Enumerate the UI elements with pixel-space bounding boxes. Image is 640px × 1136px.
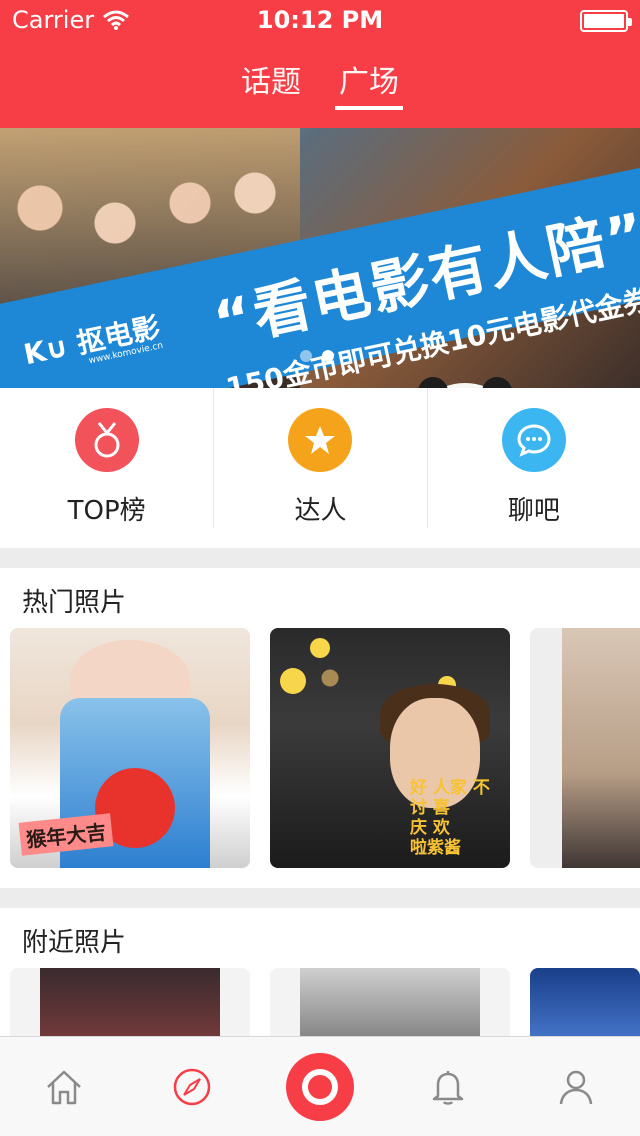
sticker-line: 庆 欢 <box>410 818 450 838</box>
compass-icon[interactable] <box>168 1063 216 1111</box>
category-label: 聊吧 <box>507 496 560 526</box>
category-chat[interactable]: 聊吧 <box>426 388 640 528</box>
chat-bubble-icon <box>501 408 566 472</box>
battery-icon <box>580 10 632 32</box>
category-experts[interactable]: 达人 <box>213 388 426 528</box>
top-header: Carrier 10:12 PM 话题 广场 <box>0 0 640 128</box>
section-divider <box>0 888 640 908</box>
tab-topics[interactable]: 话题 <box>239 58 303 110</box>
photo-card[interactable]: 好 人家 不 讨 喜 庆 欢 啦紫酱 <box>270 628 510 868</box>
pager-dot[interactable] <box>300 350 312 362</box>
sticker-line: 好 人家 不 <box>410 778 490 798</box>
photo-card[interactable]: 猴年大吉 <box>10 628 250 868</box>
bottom-tab-bar <box>0 1036 640 1136</box>
pager-dot-active[interactable] <box>322 350 334 362</box>
sticker-text: 好 人家 不 讨 喜 庆 欢 啦紫酱 <box>410 778 490 858</box>
banner-pager <box>300 350 334 362</box>
hot-photos-row: 猴年大吉 好 人家 不 讨 喜 庆 欢 啦紫酱 <box>0 628 640 868</box>
camera-record-icon[interactable] <box>286 1053 354 1121</box>
status-bar: Carrier 10:12 PM <box>0 0 640 40</box>
header-tabs: 话题 广场 <box>0 58 640 118</box>
sticker-line: 啦紫酱 <box>410 838 461 858</box>
category-top-list[interactable]: TOP榜 <box>0 388 213 528</box>
photo-card[interactable] <box>530 628 640 868</box>
hot-photos-title: 热门照片 <box>22 588 127 618</box>
category-label: TOP榜 <box>67 496 146 526</box>
category-row: TOP榜 达人 聊吧 <box>0 388 640 548</box>
promo-banner[interactable]: “看电影有人陪” 150金币即可兑换10元电影代金券 K∪ 抠电影 www.ko… <box>0 128 640 388</box>
nearby-photos-title: 附近照片 <box>22 928 127 958</box>
tab-square[interactable]: 广场 <box>335 58 403 110</box>
status-time: 10:12 PM <box>256 6 384 34</box>
bell-icon[interactable] <box>424 1063 472 1111</box>
star-icon <box>288 408 353 472</box>
user-icon[interactable] <box>552 1063 600 1111</box>
section-divider <box>0 548 640 568</box>
home-icon[interactable] <box>40 1063 88 1111</box>
sticker-line: 讨 喜 <box>410 798 450 818</box>
medal-icon <box>74 408 139 472</box>
category-label: 达人 <box>294 496 347 526</box>
